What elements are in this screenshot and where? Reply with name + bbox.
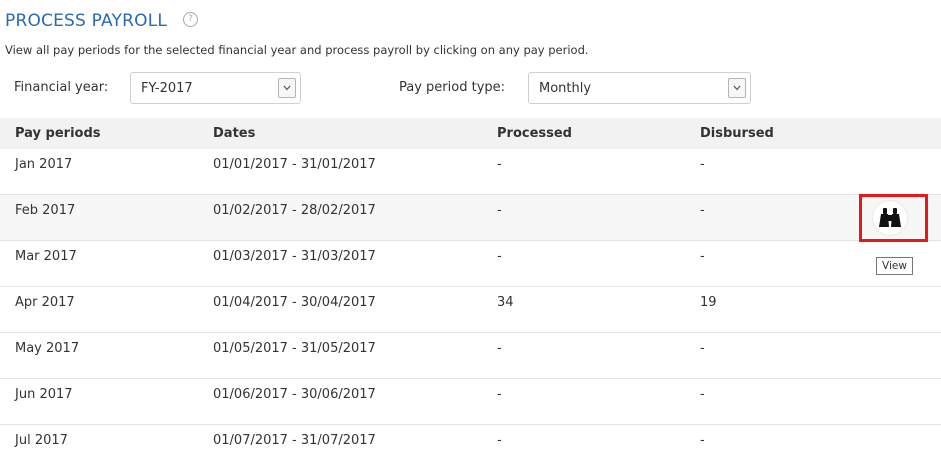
view-button[interactable]: [873, 201, 907, 235]
financial-year-value: FY-2017: [141, 81, 193, 96]
disbursed-cell: -: [700, 203, 705, 218]
table-row[interactable]: Jul 2017 01/07/2017 - 31/07/2017 - -: [0, 425, 941, 471]
processed-cell: -: [497, 157, 502, 172]
disbursed-cell: -: [700, 157, 705, 172]
table-row[interactable]: Jun 2017 01/06/2017 - 30/06/2017 - -: [0, 379, 941, 425]
column-header-pay-periods[interactable]: Pay periods: [15, 126, 101, 141]
financial-year-label: Financial year:: [14, 80, 109, 95]
pay-periods-table: Pay periods Dates Processed Disbursed Ja…: [0, 118, 941, 471]
table-header: Pay periods Dates Processed Disbursed: [0, 118, 941, 149]
chevron-down-icon[interactable]: [728, 78, 746, 98]
binoculars-icon: [879, 208, 901, 227]
dates-cell: 01/02/2017 - 28/02/2017: [213, 203, 376, 218]
column-header-disbursed[interactable]: Disbursed: [700, 126, 774, 141]
dates-cell: 01/04/2017 - 30/04/2017: [213, 295, 376, 310]
table-row[interactable]: Apr 2017 01/04/2017 - 30/04/2017 34 19: [0, 287, 941, 333]
disbursed-cell: 19: [700, 295, 717, 310]
processed-cell: -: [497, 249, 502, 264]
processed-cell: -: [497, 433, 502, 448]
table-row[interactable]: Feb 2017 01/02/2017 - 28/02/2017 - -: [0, 195, 941, 241]
pay-period-cell: Feb 2017: [15, 203, 76, 218]
processed-cell: 34: [497, 295, 514, 310]
column-header-processed[interactable]: Processed: [497, 126, 572, 141]
dates-cell: 01/05/2017 - 31/05/2017: [213, 341, 376, 356]
table-row[interactable]: May 2017 01/05/2017 - 31/05/2017 - -: [0, 333, 941, 379]
disbursed-cell: -: [700, 433, 705, 448]
pay-period-type-value: Monthly: [539, 81, 592, 96]
pay-period-cell: Mar 2017: [15, 249, 77, 264]
pay-period-cell: May 2017: [15, 341, 80, 356]
help-icon[interactable]: ?: [183, 12, 198, 27]
disbursed-cell: -: [700, 341, 705, 356]
chevron-down-icon[interactable]: [278, 78, 296, 98]
pay-period-cell: Jan 2017: [15, 157, 73, 172]
disbursed-cell: -: [700, 387, 705, 402]
table-row[interactable]: Mar 2017 01/03/2017 - 31/03/2017 - -: [0, 241, 941, 287]
pay-period-cell: Apr 2017: [15, 295, 75, 310]
pay-period-cell: Jul 2017: [15, 433, 68, 448]
column-header-dates[interactable]: Dates: [213, 126, 255, 141]
processed-cell: -: [497, 387, 502, 402]
dates-cell: 01/06/2017 - 30/06/2017: [213, 387, 376, 402]
dates-cell: 01/01/2017 - 31/01/2017: [213, 157, 376, 172]
table-row[interactable]: Jan 2017 01/01/2017 - 31/01/2017 - -: [0, 149, 941, 195]
financial-year-select[interactable]: FY-2017: [130, 72, 301, 104]
processed-cell: -: [497, 341, 502, 356]
pay-period-type-select[interactable]: Monthly: [528, 72, 751, 104]
view-tooltip: View: [876, 257, 913, 275]
dates-cell: 01/07/2017 - 31/07/2017: [213, 433, 376, 448]
pay-period-type-label: Pay period type:: [399, 80, 506, 95]
processed-cell: -: [497, 203, 502, 218]
page-title: PROCESS PAYROLL: [5, 11, 168, 31]
pay-period-cell: Jun 2017: [15, 387, 73, 402]
dates-cell: 01/03/2017 - 31/03/2017: [213, 249, 376, 264]
disbursed-cell: -: [700, 249, 705, 264]
page-description: View all pay periods for the selected fi…: [5, 43, 589, 57]
